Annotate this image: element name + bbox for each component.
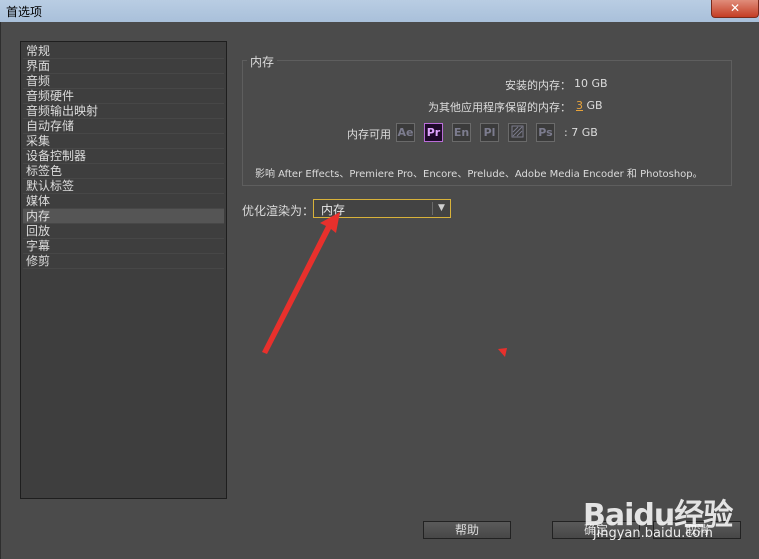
sidebar-item[interactable]: 回放 <box>23 224 224 239</box>
encore-icon: En <box>452 123 471 142</box>
optimize-label: 优化渲染为： <box>242 204 315 218</box>
affects-note: 影响 After Effects、Premiere Pro、Encore、Pre… <box>255 169 703 180</box>
sidebar-item[interactable]: 媒体 <box>23 194 224 209</box>
help-button[interactable]: 帮助 <box>423 521 511 539</box>
title-bar: 首选项 ✕ <box>0 0 759 22</box>
media-encoder-icon <box>508 123 527 142</box>
after-effects-icon: Ae <box>396 123 415 142</box>
sidebar-item[interactable]: 采集 <box>23 134 224 149</box>
category-list: 常规 界面 音频 音频硬件 音频输出映射 自动存储 采集 设备控制器 标签色 默认标签 媒体 内存 回放… <box>20 41 227 499</box>
sidebar-item[interactable]: 音频输出映射 <box>23 104 224 119</box>
sidebar-item[interactable]: 内存 <box>23 209 224 224</box>
photoshop-icon: Ps <box>536 123 555 142</box>
window-title: 首选项 <box>6 5 43 19</box>
sidebar-item[interactable]: 界面 <box>23 59 224 74</box>
reserved-memory-value[interactable]: 3 GB <box>576 99 603 112</box>
chevron-down-icon[interactable]: ▼ <box>438 203 445 213</box>
preferences-dialog: 常规 界面 音频 音频硬件 音频输出映射 自动存储 采集 设备控制器 标签色 默认标签 媒体 内存 回放… <box>0 22 759 559</box>
sidebar-item[interactable]: 修剪 <box>23 254 224 269</box>
reserved-memory-unit: GB <box>586 99 603 112</box>
available-memory-label: 内存可用 <box>347 128 391 141</box>
sidebar-item[interactable]: 自动存储 <box>23 119 224 134</box>
installed-memory-value: 10 GB <box>574 77 608 90</box>
sidebar-item[interactable]: 默认标签 <box>23 179 224 194</box>
close-icon: ✕ <box>729 1 741 15</box>
optimize-select-value: 内存 <box>321 203 346 217</box>
select-divider <box>432 202 433 215</box>
close-button[interactable]: ✕ <box>711 0 759 18</box>
sidebar-item[interactable]: 音频 <box>23 74 224 89</box>
reserved-memory-number[interactable]: 3 <box>576 99 583 112</box>
sidebar-item[interactable]: 标签色 <box>23 164 224 179</box>
optimize-select[interactable]: 内存 ▼ <box>313 199 451 218</box>
premiere-pro-icon: Pr <box>424 123 443 142</box>
installed-memory-label: 安装的内存： <box>505 79 571 92</box>
sidebar-item[interactable]: 常规 <box>23 44 224 59</box>
sidebar-item[interactable]: 音频硬件 <box>23 89 224 104</box>
watermark-url: jingyan.baidu.com <box>593 526 713 541</box>
reserved-memory-label: 为其他应用程序保留的内存： <box>428 101 571 114</box>
sidebar-item[interactable]: 设备控制器 <box>23 149 224 164</box>
prelude-icon: Pl <box>480 123 499 142</box>
available-memory-value: : 7 GB <box>564 126 598 139</box>
memory-group-title: 内存 <box>247 53 278 70</box>
sidebar-item[interactable]: 字幕 <box>23 239 224 254</box>
baidu-watermark: Baidu经验 jingyan.baidu.com <box>583 490 753 550</box>
